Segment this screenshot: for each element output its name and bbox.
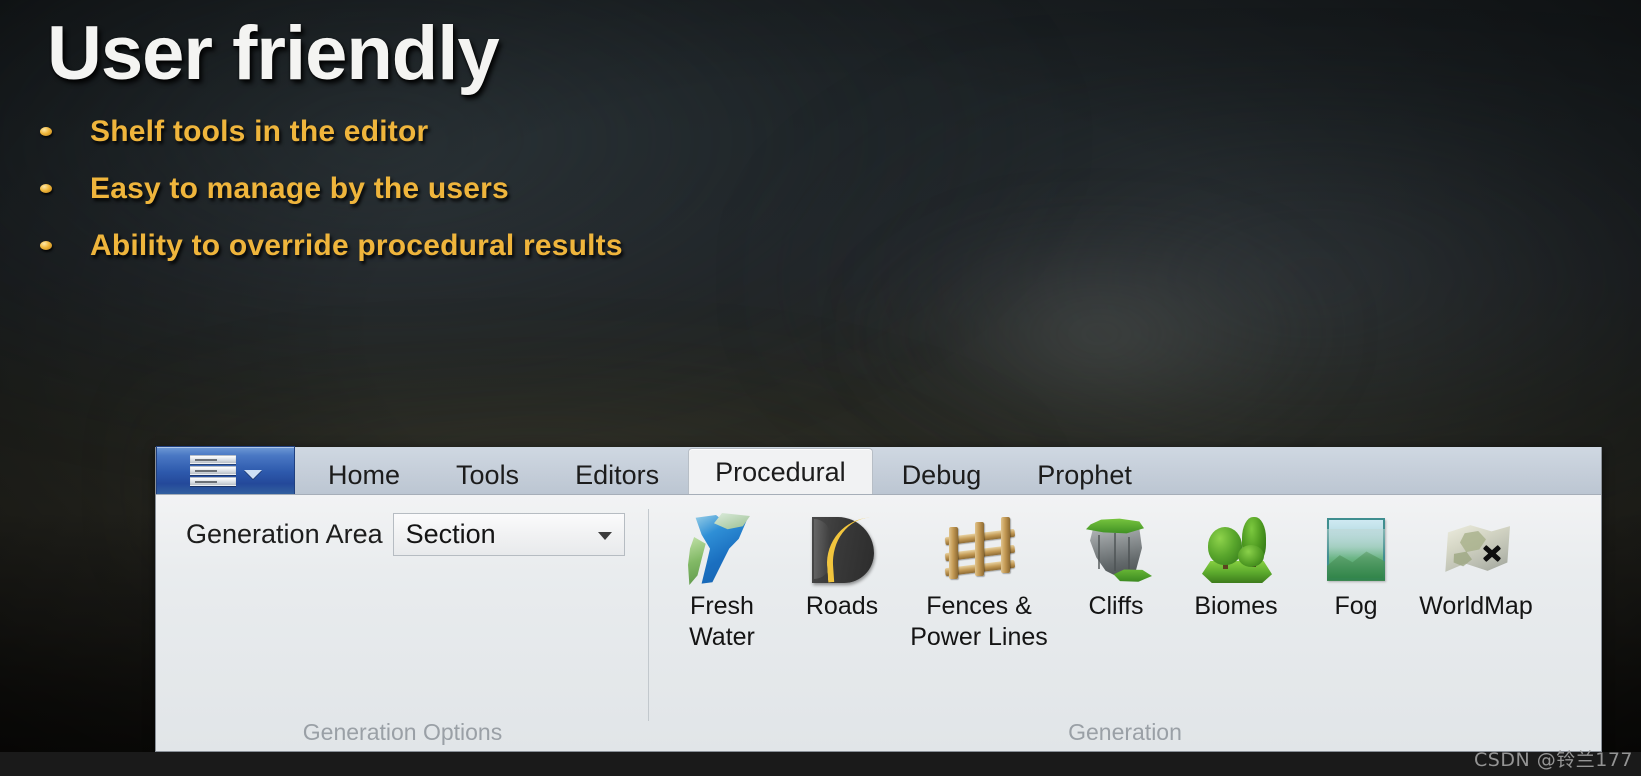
chevron-down-icon (243, 470, 262, 479)
button-fences-power-lines[interactable]: Fences & Power Lines (903, 507, 1055, 652)
bullet-dot-icon (40, 184, 52, 193)
button-label: Fresh Water (689, 592, 755, 651)
page-title: User friendly (47, 11, 500, 96)
group-label-generation: Generation (1068, 719, 1182, 745)
tab-procedural[interactable]: Procedural (688, 448, 873, 494)
bullet-text: Ability to override procedural results (90, 228, 623, 262)
bullet-text: Easy to manage by the users (90, 171, 509, 205)
list-item: Easy to manage by the users (40, 160, 623, 217)
button-fog[interactable]: Fog (1297, 507, 1415, 622)
stacked-rows-icon (189, 455, 236, 486)
group-label-generation-options: Generation Options (302, 719, 503, 745)
bullet-dot-icon (40, 241, 52, 250)
generation-area-value: Section (405, 519, 496, 549)
list-item: Ability to override procedural results (40, 217, 623, 274)
bottom-strip (0, 752, 1641, 776)
watermark: CSDN @铃兰177 (1474, 749, 1633, 771)
tab-prophet[interactable]: Prophet (1010, 454, 1159, 494)
generation-area-label: Generation Area (186, 519, 383, 549)
button-label: Roads (805, 592, 879, 620)
bullet-text: Shelf tools in the editor (90, 114, 429, 148)
bullet-list: Shelf tools in the editor Easy to manage… (40, 103, 623, 274)
ribbon-window: Home Tools Editors Procedural Debug Prop… (155, 446, 1602, 752)
button-fresh-water[interactable]: Fresh Water (663, 507, 781, 652)
ribbon-tabs: Home Tools Editors Procedural Debug Prop… (295, 446, 1161, 494)
button-label: Biomes (1194, 592, 1278, 620)
generation-area-row: Generation Area Section (156, 495, 649, 556)
list-item: Shelf tools in the editor (40, 103, 623, 160)
button-label: Cliffs (1088, 592, 1144, 620)
ribbon-tabstrip: Home Tools Editors Procedural Debug Prop… (156, 446, 1601, 495)
button-label: WorldMap (1419, 592, 1533, 620)
button-label: Fences & Power Lines (910, 592, 1048, 651)
button-roads[interactable]: Roads (783, 507, 901, 622)
generation-button-row: Fresh Water Roads Fences & Power Lines C… (649, 495, 1601, 652)
tab-debug[interactable]: Debug (875, 454, 1009, 494)
fresh-water-icon (684, 511, 760, 587)
tab-tools[interactable]: Tools (429, 454, 546, 494)
worldmap-icon (1438, 511, 1514, 587)
group-content: Generation Area Section (156, 495, 649, 717)
tab-editors[interactable]: Editors (548, 454, 686, 494)
biomes-icon (1198, 511, 1274, 587)
button-cliffs[interactable]: Cliffs (1057, 507, 1175, 622)
cliffs-icon (1078, 511, 1154, 587)
ribbon-group-generation-options: Generation Area Section Generation Optio… (156, 495, 649, 751)
button-label: Fog (1334, 592, 1378, 620)
tab-home[interactable]: Home (301, 454, 427, 494)
chevron-down-icon (597, 531, 612, 540)
fog-icon (1318, 511, 1394, 587)
bullet-dot-icon (40, 127, 52, 136)
fences-icon (941, 511, 1017, 587)
generation-area-select[interactable]: Section (392, 513, 625, 556)
button-biomes[interactable]: Biomes (1177, 507, 1295, 622)
ribbon-body: Generation Area Section Generation Optio… (156, 495, 1601, 751)
application-menu-button[interactable] (156, 446, 295, 494)
group-content: Fresh Water Roads Fences & Power Lines C… (649, 495, 1601, 717)
roads-icon (804, 511, 880, 587)
button-worldmap[interactable]: WorldMap (1417, 507, 1535, 622)
ribbon-group-generation: Fresh Water Roads Fences & Power Lines C… (649, 495, 1601, 751)
